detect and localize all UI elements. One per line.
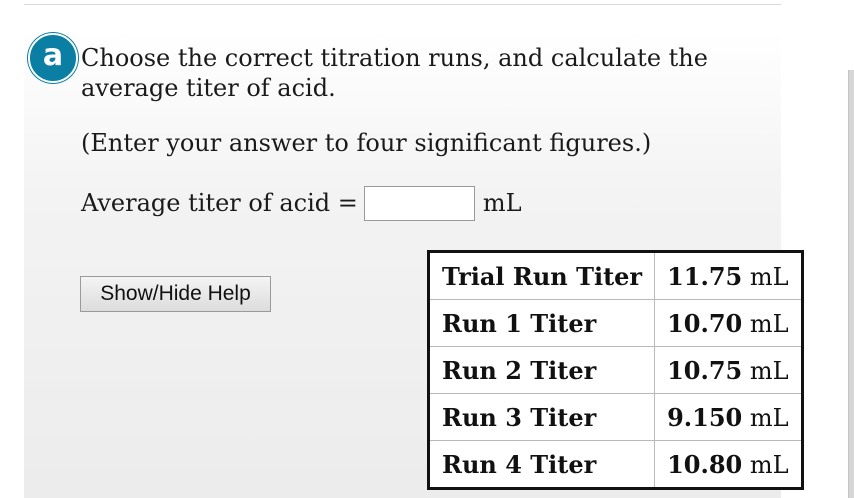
- average-titer-input[interactable]: [363, 185, 475, 221]
- table-row: Run 1 Titer 10.70 mL: [427, 299, 803, 347]
- question-prompt: Choose the correct titration runs, and c…: [81, 44, 708, 102]
- titer-label: Run 1 Titer: [427, 299, 656, 347]
- answer-unit: mL: [482, 189, 522, 217]
- titer-value-cell: 10.75 mL: [654, 346, 803, 394]
- answer-label: Average titer of acid =: [81, 189, 358, 217]
- titer-label: Run 4 Titer: [427, 440, 656, 489]
- significant-figures-hint: (Enter your answer to four significant f…: [81, 129, 652, 157]
- titer-unit: mL: [749, 356, 789, 385]
- titer-value: 10.80: [667, 449, 743, 479]
- show-hide-help-button[interactable]: Show/Hide Help: [80, 276, 271, 312]
- table-row: Run 4 Titer 10.80 mL: [427, 440, 803, 489]
- titer-label: Run 3 Titer: [427, 393, 656, 441]
- titer-value-cell: 10.80 mL: [654, 440, 803, 489]
- table-row: Run 2 Titer 10.75 mL: [427, 346, 803, 394]
- titer-unit: mL: [749, 309, 789, 338]
- titer-value-cell: 9.150 mL: [654, 393, 803, 441]
- titer-table: Trial Run Titer 11.75 mL Run 1 Titer 10.…: [427, 250, 804, 490]
- titer-label: Run 2 Titer: [427, 346, 656, 394]
- titer-value: 10.70: [667, 308, 743, 338]
- table-row: Trial Run Titer 11.75 mL: [427, 251, 803, 300]
- titer-unit: mL: [749, 450, 789, 479]
- titer-value: 10.75: [667, 355, 743, 385]
- titer-unit: mL: [749, 262, 789, 291]
- top-divider: [24, 0, 781, 5]
- titer-value: 9.150: [667, 402, 743, 432]
- answer-row: Average titer of acid = mL: [81, 184, 522, 222]
- table-row: Run 3 Titer 9.150 mL: [427, 393, 803, 441]
- titer-label: Trial Run Titer: [427, 251, 656, 300]
- part-a-badge: a: [28, 33, 78, 83]
- titer-value-cell: 10.70 mL: [654, 299, 803, 347]
- titer-value: 11.75: [667, 261, 743, 291]
- titer-unit: mL: [749, 403, 789, 432]
- titer-value-cell: 11.75 mL: [654, 251, 803, 300]
- page-scrollbar[interactable]: [848, 70, 854, 498]
